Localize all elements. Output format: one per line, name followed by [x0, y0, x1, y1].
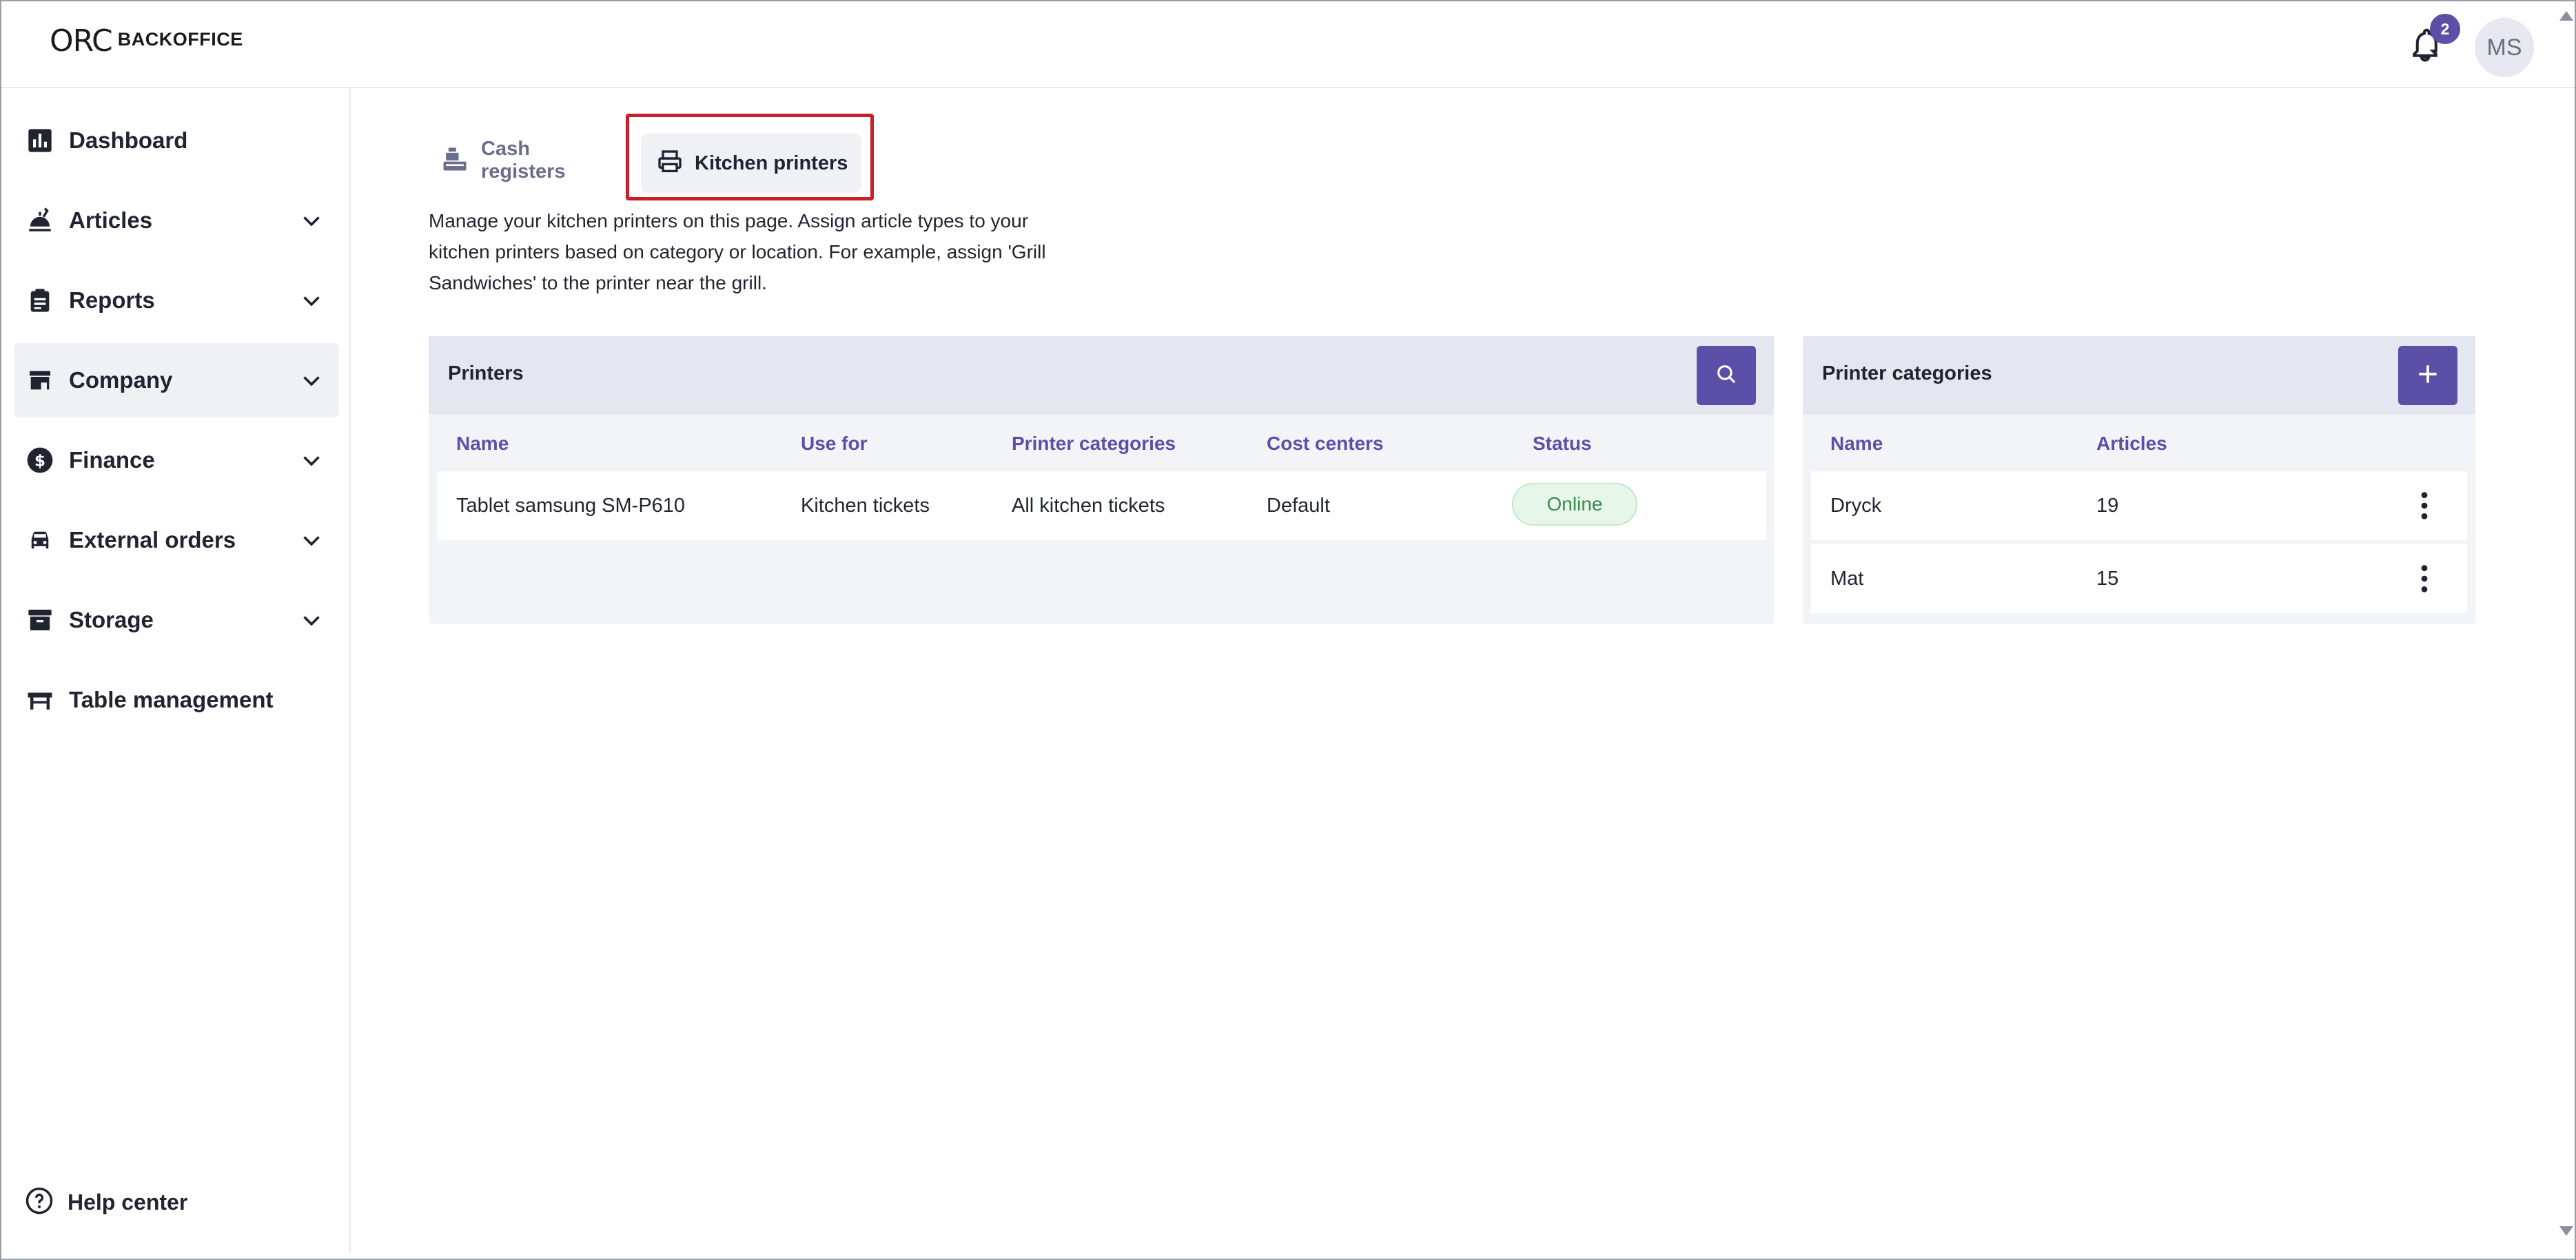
sidebar-item-dashboard[interactable]: Dashboard	[14, 103, 339, 178]
column-header[interactable]: Articles	[2096, 433, 2167, 455]
panel-title: Printers	[448, 362, 524, 384]
sidebar-item-reports[interactable]: Reports	[14, 263, 339, 338]
sidebar-item-label: Dashboard	[69, 127, 188, 153]
top-bar: ORC BACKOFFICE 2 MS	[1, 1, 2575, 88]
column-header[interactable]: Printer categories	[1012, 433, 1176, 455]
status-badge: Online	[1512, 483, 1637, 526]
categories-panel-header: Printer categories	[1803, 336, 2475, 415]
column-header[interactable]: Cost centers	[1267, 433, 1384, 455]
question-icon	[25, 1186, 54, 1219]
help-center-label: Help center	[68, 1190, 188, 1215]
search-button[interactable]	[1697, 346, 1756, 405]
cash-register-icon	[440, 144, 470, 178]
category-articles: 19	[2096, 495, 2119, 517]
more-options-icon[interactable]	[2417, 564, 2431, 594]
page-description: Manage your kitchen printers on this pag…	[429, 210, 1046, 293]
sidebar-item-external-orders[interactable]: External orders	[14, 503, 339, 577]
category-articles: 15	[2096, 568, 2119, 590]
panel-title: Printer categories	[1822, 362, 1992, 384]
sidebar: Dashboard Articles Reports Company $ Fin…	[1, 88, 351, 1252]
printers-panel-header: Printers	[429, 336, 1774, 415]
chevron-down-icon[interactable]	[299, 448, 324, 473]
sidebar-item-storage[interactable]: Storage	[14, 583, 339, 657]
scroll-up-arrow[interactable]	[2559, 11, 2573, 21]
table-row[interactable]: Mat 15	[1811, 544, 2467, 613]
column-header[interactable]: Use for	[801, 433, 867, 455]
svg-text:$: $	[34, 451, 45, 470]
tab-cash-registers[interactable]: Cash registers	[440, 131, 612, 190]
bar-chart-icon	[25, 125, 55, 156]
chevron-down-icon[interactable]	[299, 208, 324, 233]
printer-categories-panel: Printer categories Name Articles Dryck 1…	[1803, 336, 2475, 624]
printer-use-for: Kitchen tickets	[801, 495, 930, 517]
selection-highlight	[626, 114, 874, 200]
notification-badge[interactable]: 2	[2430, 14, 2460, 44]
column-header[interactable]: Status	[1533, 433, 1592, 455]
chevron-down-icon[interactable]	[299, 288, 324, 313]
sidebar-item-finance[interactable]: $ Finance	[14, 423, 339, 497]
sidebar-item-label: Finance	[69, 447, 155, 473]
column-header[interactable]: Name	[456, 433, 509, 455]
sidebar-item-articles[interactable]: Articles	[14, 183, 339, 258]
plus-icon	[2415, 361, 2441, 391]
sidebar-item-label: Company	[69, 367, 173, 393]
sidebar-item-label: Table management	[69, 687, 274, 712]
sidebar-item-company[interactable]: Company	[14, 343, 339, 417]
sidebar-item-label: Reports	[69, 287, 155, 313]
logo-word: BACKOFFICE	[117, 29, 243, 50]
car-icon	[25, 525, 55, 555]
printer-cost-centers: Default	[1267, 495, 1330, 517]
chevron-down-icon[interactable]	[299, 368, 324, 393]
tab-label: Cash registers	[481, 138, 566, 183]
chevron-down-icon[interactable]	[299, 608, 324, 632]
more-options-icon[interactable]	[2417, 490, 2431, 521]
store-icon	[25, 365, 55, 395]
sidebar-item-label: Articles	[69, 207, 153, 233]
logo[interactable]: ORC BACKOFFICE	[50, 26, 243, 56]
scroll-down-arrow[interactable]	[2559, 1226, 2573, 1236]
help-center-link[interactable]: Help center	[25, 1186, 187, 1219]
dollar-icon: $	[25, 445, 55, 475]
category-name: Mat	[1830, 568, 1864, 590]
clipboard-icon	[25, 285, 55, 316]
add-category-button[interactable]	[2398, 346, 2457, 405]
printer-name: Tablet samsung SM-P610	[456, 495, 686, 517]
table-icon	[25, 685, 55, 715]
food-icon	[25, 205, 55, 236]
category-name: Dryck	[1830, 495, 1882, 517]
user-avatar[interactable]: MS	[2475, 18, 2534, 77]
column-header[interactable]: Name	[1830, 433, 1883, 455]
sidebar-item-label: Storage	[69, 607, 154, 632]
sidebar-item-label: External orders	[69, 527, 236, 552]
table-row[interactable]: Dryck 19	[1811, 471, 2467, 540]
archive-icon	[25, 605, 55, 635]
chevron-down-icon[interactable]	[299, 528, 324, 552]
table-row[interactable]: Tablet samsung SM-P610 Kitchen tickets A…	[437, 471, 1766, 540]
printer-categories: All kitchen tickets	[1012, 495, 1165, 517]
logo-mark: ORC	[50, 23, 113, 59]
search-icon	[1715, 362, 1738, 389]
printers-panel: Printers Name Use for Printer categories…	[429, 336, 1774, 624]
sidebar-item-table-management[interactable]: Table management	[14, 663, 339, 737]
